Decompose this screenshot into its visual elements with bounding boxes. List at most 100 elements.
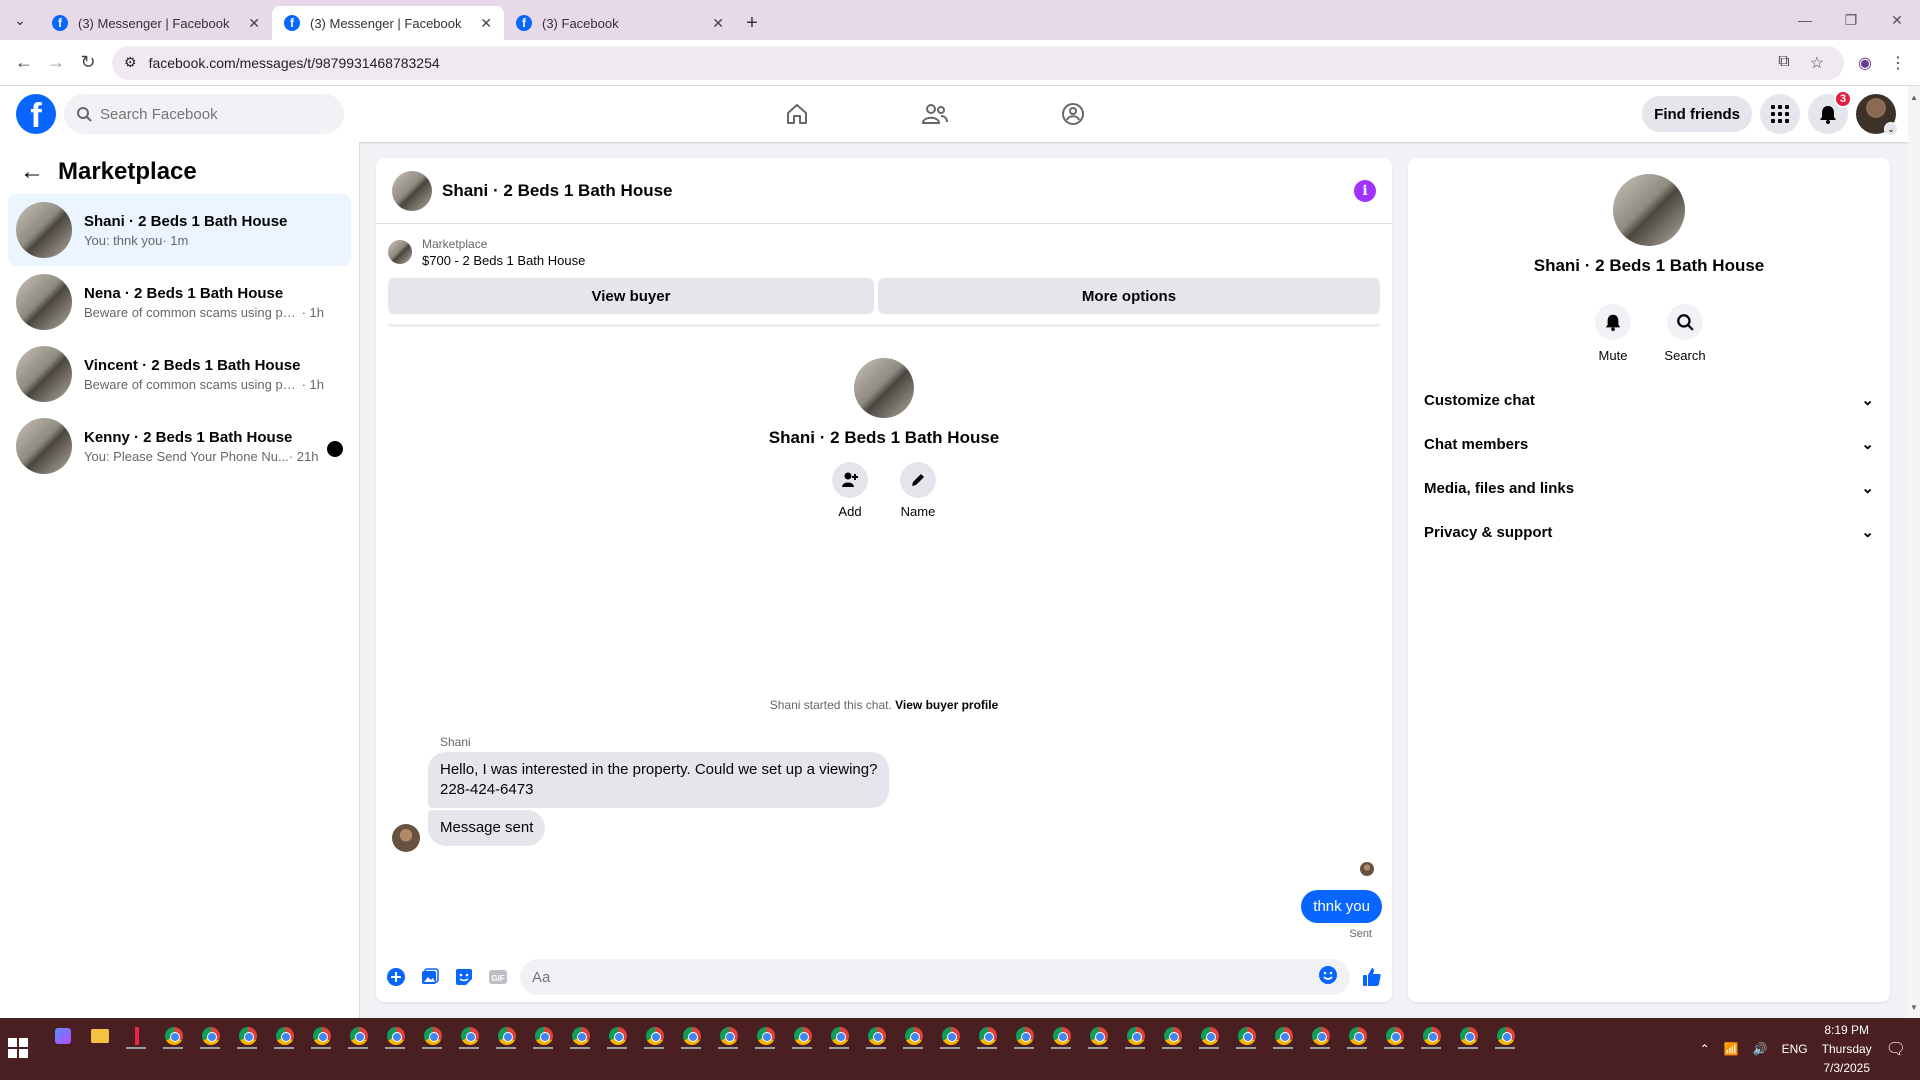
chrome-icon[interactable] [451, 1022, 488, 1049]
conversation-item[interactable]: Nena · 2 Beds 1 Bath House Beware of com… [8, 266, 351, 338]
search-input[interactable] [100, 105, 320, 123]
incoming-message[interactable]: Hello, I was interested in the property.… [428, 752, 890, 808]
thumbs-up-icon[interactable] [1360, 965, 1384, 989]
install-app-icon[interactable]: ⧉ [1778, 53, 1789, 73]
pencil-icon[interactable] [900, 462, 936, 498]
clock[interactable]: 8:19 PM Thursday 7/3/2025 [1822, 1021, 1872, 1078]
app-icon[interactable] [44, 1022, 81, 1049]
close-window-icon[interactable]: ✕ [1874, 0, 1920, 40]
chrome-icon[interactable] [1228, 1022, 1265, 1049]
chrome-icon[interactable] [266, 1022, 303, 1049]
chrome-icon[interactable] [895, 1022, 932, 1049]
chrome-icon[interactable] [710, 1022, 747, 1049]
browser-tab-1[interactable]: f (3) Messenger | Facebook ✕ [40, 6, 272, 40]
message-input[interactable] [532, 968, 1318, 986]
chrome-icon[interactable] [1413, 1022, 1450, 1049]
facebook-logo-icon[interactable]: f [16, 94, 56, 134]
menu-grid-icon[interactable] [1760, 94, 1800, 134]
chrome-icon[interactable] [1339, 1022, 1376, 1049]
account-avatar[interactable]: ⌄ [1856, 94, 1898, 136]
privacy-support-section[interactable]: Privacy & support ⌄ [1416, 510, 1882, 554]
emoji-icon[interactable] [1318, 965, 1338, 990]
friends-nav-icon[interactable] [898, 86, 972, 142]
conversation-item[interactable]: Kenny · 2 Beds 1 Bath House You: Please … [8, 410, 351, 482]
chrome-icon[interactable] [784, 1022, 821, 1049]
scroll-up-icon[interactable]: ▲ [1908, 90, 1920, 104]
browser-tab-2[interactable]: f (3) Messenger | Facebook ✕ [272, 6, 504, 40]
volume-icon[interactable]: 🔊 [1753, 1042, 1768, 1056]
search-action[interactable]: Search [1664, 304, 1706, 363]
reload-icon[interactable]: ↻ [72, 47, 104, 79]
sticker-icon[interactable] [452, 965, 476, 989]
chrome-icon[interactable] [229, 1022, 266, 1049]
mute-action[interactable]: Mute [1595, 304, 1631, 363]
profile-icon[interactable]: ◉ [1858, 53, 1872, 73]
photo-icon[interactable] [418, 965, 442, 989]
view-buyer-profile-link[interactable]: View buyer profile [895, 698, 998, 712]
windows-start-icon[interactable] [8, 1038, 28, 1058]
sender-avatar[interactable] [392, 824, 420, 852]
forward-arrow-icon[interactable]: → [40, 47, 72, 79]
media-files-links-section[interactable]: Media, files and links ⌄ [1416, 466, 1882, 510]
chrome-icon[interactable] [1043, 1022, 1080, 1049]
chrome-icon[interactable] [636, 1022, 673, 1049]
browser-menu-icon[interactable]: ⋮ [1890, 53, 1906, 73]
chrome-icon[interactable] [525, 1022, 562, 1049]
chrome-icon[interactable] [488, 1022, 525, 1049]
chrome-icon[interactable] [1302, 1022, 1339, 1049]
chrome-icon[interactable] [155, 1022, 192, 1049]
search-icon[interactable] [1667, 304, 1703, 340]
find-friends-button[interactable]: Find friends [1642, 96, 1752, 132]
incoming-message[interactable]: Message sent [428, 810, 546, 846]
conversation-item[interactable]: Vincent · 2 Beds 1 Bath House Beware of … [8, 338, 351, 410]
chrome-icon[interactable] [303, 1022, 340, 1049]
network-icon[interactable]: 📶 [1724, 1042, 1739, 1056]
customize-chat-section[interactable]: Customize chat ⌄ [1416, 378, 1882, 422]
back-arrow-icon[interactable]: ← [8, 47, 40, 79]
groups-nav-icon[interactable] [1036, 86, 1110, 142]
site-info-icon[interactable]: ⚙ [124, 54, 137, 71]
chrome-icon[interactable] [562, 1022, 599, 1049]
chrome-icon[interactable] [673, 1022, 710, 1049]
browser-tab-3[interactable]: f (3) Facebook ✕ [504, 6, 736, 40]
details-avatar[interactable] [1613, 174, 1685, 246]
chrome-icon[interactable] [932, 1022, 969, 1049]
chrome-icon[interactable] [821, 1022, 858, 1049]
home-nav-icon[interactable] [760, 86, 834, 142]
chrome-icon[interactable] [1117, 1022, 1154, 1049]
bell-icon[interactable] [1595, 304, 1631, 340]
bookmark-star-icon[interactable]: ☆ [1810, 53, 1824, 73]
chrome-icon[interactable] [858, 1022, 895, 1049]
scroll-down-icon[interactable]: ▼ [1908, 1000, 1920, 1014]
outgoing-message[interactable]: thnk you [1301, 890, 1382, 923]
chrome-icon[interactable] [1265, 1022, 1302, 1049]
language-indicator[interactable]: ENG [1782, 1042, 1808, 1056]
chrome-icon[interactable] [1080, 1022, 1117, 1049]
add-people-action[interactable]: Add [832, 462, 868, 519]
listing-summary[interactable]: Marketplace $700 - 2 Beds 1 Bath House [388, 232, 1380, 272]
tab-close-icon[interactable]: ✕ [480, 15, 492, 32]
chrome-icon[interactable] [1376, 1022, 1413, 1049]
add-person-icon[interactable] [832, 462, 868, 498]
chrome-icon[interactable] [340, 1022, 377, 1049]
gif-icon[interactable]: GIF [486, 965, 510, 989]
plus-circle-icon[interactable] [384, 965, 408, 989]
url-text[interactable]: facebook.com/messages/t/9879931468783254 [149, 55, 1767, 71]
pinned-app-icon[interactable] [118, 1022, 155, 1049]
notifications-bell-icon[interactable]: 3 [1808, 90, 1852, 134]
page-scrollbar[interactable]: ▲ ▼ [1908, 86, 1920, 1018]
chat-avatar[interactable] [392, 170, 432, 211]
info-icon[interactable]: i [1354, 179, 1376, 202]
chrome-icon[interactable] [1154, 1022, 1191, 1049]
minimize-icon[interactable]: — [1782, 0, 1828, 40]
chevron-up-icon[interactable]: ⌃ [1700, 1042, 1710, 1056]
back-arrow-icon[interactable]: ← [20, 158, 44, 186]
view-buyer-button[interactable]: View buyer [388, 278, 874, 314]
chat-title[interactable]: Shani · 2 Beds 1 Bath House [442, 181, 1344, 201]
new-tab-plus-icon[interactable]: + [736, 6, 768, 40]
chrome-icon[interactable] [192, 1022, 229, 1049]
chrome-icon[interactable] [377, 1022, 414, 1049]
chrome-icon[interactable] [1191, 1022, 1228, 1049]
tab-close-icon[interactable]: ✕ [248, 15, 260, 32]
address-bar[interactable]: ⚙ facebook.com/messages/t/98799314687832… [112, 45, 1845, 80]
